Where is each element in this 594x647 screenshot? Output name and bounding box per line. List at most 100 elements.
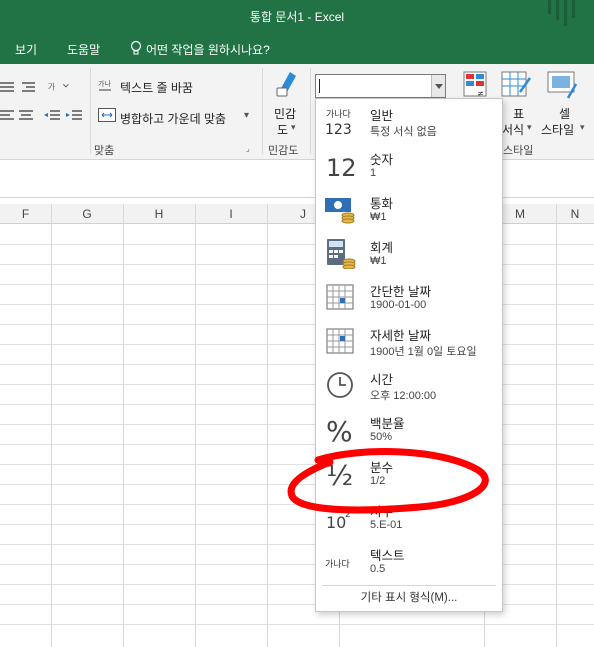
align-right-icon[interactable] <box>20 82 36 94</box>
svg-text:가나: 가나 <box>98 79 111 88</box>
column-header-f[interactable]: F <box>0 204 51 224</box>
format-dropdown-icon[interactable]: ▾ <box>527 122 532 133</box>
column-header-h[interactable]: H <box>123 204 195 224</box>
number-format-combo[interactable] <box>315 74 446 98</box>
scientific-icon: 10 2 <box>326 510 351 532</box>
title-bar: 통합 문서1 - Excel <box>0 0 594 32</box>
lightbulb-icon <box>130 40 142 55</box>
menu-bar: 보기 도움말 어떤 작업을 원하시나요? <box>0 32 594 64</box>
more-number-formats-link[interactable]: 기타 표시 형식(M)... <box>316 589 502 605</box>
formula-bar[interactable] <box>0 160 594 198</box>
ribbon-separator <box>310 68 311 154</box>
menu-view[interactable]: 보기 <box>15 41 37 58</box>
currency-icon <box>325 198 355 224</box>
ribbon: 가 가나 텍스트 줄 바꿈 병합하고 가운데 맞춤 ▾ 맞춤 ⌟ 민감 도 ▾ … <box>0 64 594 160</box>
format-item-label: 지수 <box>370 505 394 519</box>
align-group-label: 맞춤 <box>94 145 115 157</box>
style-dropdown-icon[interactable]: ▾ <box>580 122 585 133</box>
format-item-sample: 1900년 1월 0일 토요일 <box>370 346 477 358</box>
grid-line <box>0 444 594 445</box>
svg-text:%: % <box>326 415 353 445</box>
cell-styles-icon[interactable] <box>546 70 580 102</box>
column-header-i[interactable]: I <box>195 204 267 224</box>
orientation-icon[interactable]: 가 <box>46 80 72 92</box>
merge-dropdown-icon[interactable]: ▾ <box>244 110 249 121</box>
svg-text:10: 10 <box>326 513 346 532</box>
format-item-label: 일반 <box>370 109 394 123</box>
format-item-short-date[interactable]: 간단한 날짜 1900-01-00 <box>316 275 502 318</box>
menu-help[interactable]: 도움말 <box>67 41 100 58</box>
cell-label[interactable]: 셀 <box>559 105 570 122</box>
style-group-label: 스타일 <box>503 145 534 157</box>
style-label[interactable]: 스타일 <box>541 121 574 138</box>
percent-icon: % <box>326 415 353 445</box>
grid-line <box>0 484 594 485</box>
format-item-text[interactable]: 가나다 텍스트 0.5 <box>316 539 502 582</box>
format-item-sample: 5.E-01 <box>370 519 403 531</box>
wrap-text-label[interactable]: 텍스트 줄 바꿈 <box>120 79 193 96</box>
svg-text:가나다: 가나다 <box>326 109 352 120</box>
format-item-label: 간단한 날짜 <box>370 285 431 299</box>
tell-me-search[interactable]: 어떤 작업을 원하시나요? <box>146 41 270 58</box>
grid-line <box>0 384 594 385</box>
format-item-sample: 1/2 <box>370 475 386 487</box>
sensitivity-dropdown-icon[interactable]: ▾ <box>291 122 296 133</box>
align-center-icon[interactable] <box>18 110 34 122</box>
sensitivity-group-label: 민감도 <box>268 145 299 157</box>
wrap-text-icon[interactable]: 가나 <box>98 78 116 94</box>
time-icon <box>327 372 353 398</box>
ribbon-separator <box>90 68 91 154</box>
grid-line <box>556 204 557 647</box>
format-item-label: 숫자 <box>370 153 394 167</box>
text-icon: 가나다 <box>325 559 351 570</box>
sensitivity-label-bottom[interactable]: 도 <box>277 121 288 138</box>
format-item-sample: 1 <box>370 167 377 179</box>
column-header-n[interactable]: N <box>556 204 594 224</box>
format-item-percent[interactable]: % 백분율 50% <box>316 407 502 450</box>
dialog-launcher-icon[interactable]: ⌟ <box>246 144 250 153</box>
grid-line <box>195 204 196 647</box>
format-label[interactable]: 서식 <box>502 121 524 138</box>
fraction-icon: ½ <box>326 459 353 489</box>
table-label[interactable]: 표 <box>513 105 524 122</box>
format-item-long-date[interactable]: 자세한 날짜 1900년 1월 0일 토요일 <box>316 319 502 362</box>
format-item-label: 통화 <box>370 197 394 211</box>
grid-line <box>0 264 594 265</box>
svg-text:가: 가 <box>48 82 55 91</box>
column-header-g[interactable]: G <box>51 204 123 224</box>
format-item-fraction[interactable]: ½ 분수 1/2 <box>316 451 502 494</box>
align-left-icon[interactable] <box>0 110 16 122</box>
svg-text:123: 123 <box>325 122 352 137</box>
align-icon[interactable] <box>0 82 16 94</box>
format-item-label: 자세한 날짜 <box>370 329 431 343</box>
grid-line <box>123 204 124 647</box>
grid-line <box>0 464 594 465</box>
merge-center-label[interactable]: 병합하고 가운데 맞춤 <box>120 110 226 127</box>
grid-line <box>51 204 52 647</box>
merge-center-icon[interactable] <box>98 108 116 122</box>
format-item-accounting[interactable]: 회계 ₩1 <box>316 231 502 274</box>
excel-decoration-icon <box>548 0 575 26</box>
format-as-table-icon[interactable] <box>500 70 532 102</box>
grid-line <box>0 504 594 505</box>
sensitivity-icon[interactable] <box>274 68 302 98</box>
format-item-sample: 0.5 <box>370 563 386 575</box>
menu-separator <box>322 585 496 586</box>
combo-arrow-icon[interactable] <box>431 75 445 97</box>
sensitivity-label-top[interactable]: 민감 <box>274 105 296 122</box>
increase-indent-icon[interactable] <box>66 110 82 122</box>
grid-line <box>0 364 594 365</box>
short-date-icon <box>326 284 354 310</box>
format-item-time[interactable]: 시간 오후 12:00:00 <box>316 363 502 406</box>
worksheet-grid[interactable]: F G H I J M N <box>0 198 594 647</box>
decrease-indent-icon[interactable] <box>44 110 60 122</box>
window-title: 통합 문서1 - Excel <box>249 10 345 24</box>
format-item-currency[interactable]: 통화 ₩1 <box>316 187 502 230</box>
format-item-general[interactable]: 가나다 123 일반 특정 서식 없음 <box>316 99 502 142</box>
format-item-number[interactable]: 12 숫자 1 <box>316 143 502 186</box>
format-item-label: 분수 <box>370 461 394 475</box>
format-item-label: 회계 <box>370 241 394 255</box>
grid-line <box>0 244 594 245</box>
grid-line <box>0 564 594 565</box>
format-item-scientific[interactable]: 10 2 지수 5.E-01 <box>316 495 502 538</box>
